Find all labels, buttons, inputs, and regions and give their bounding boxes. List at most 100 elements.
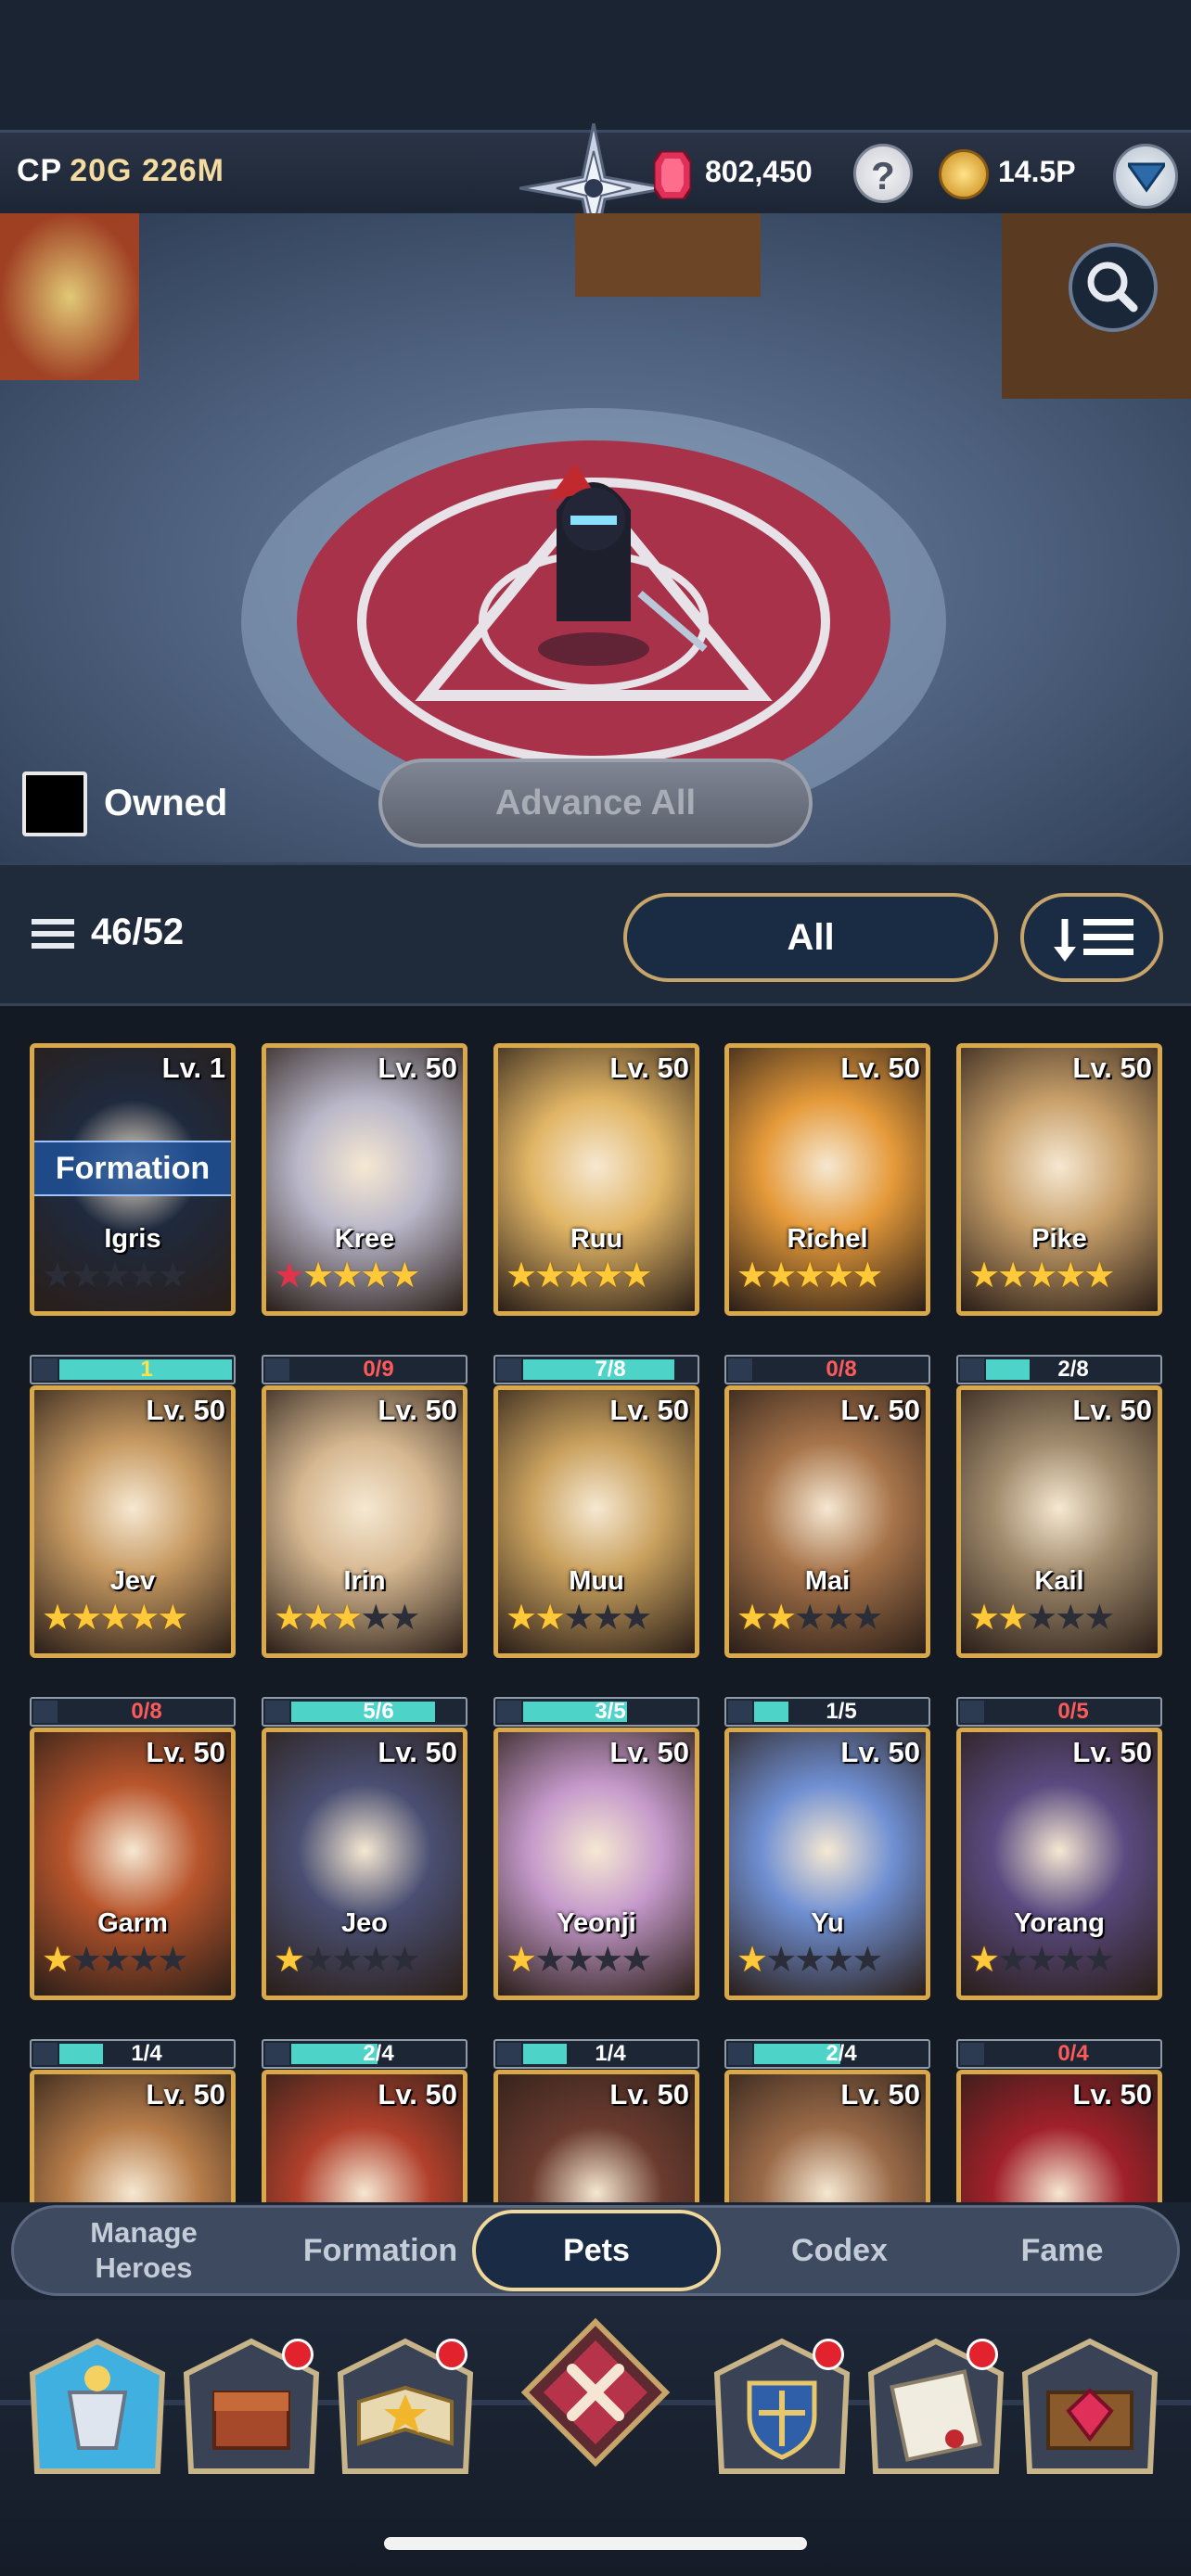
tab-fame[interactable]: Fame <box>960 2208 1164 2293</box>
pet-card[interactable]: Lv. 50 Jev ★★★★★ 0/8 <box>30 1385 236 1727</box>
star-empty-icon: ★ <box>157 1941 188 1980</box>
pet-shard-icon <box>33 1358 58 1381</box>
star-rating: ★★★★★ <box>42 1256 188 1295</box>
pet-card[interactable]: Lv. 50 Richel ★★★★★ 0/8 <box>724 1043 930 1384</box>
pet-name: Yeonji <box>557 1908 636 1938</box>
star-empty-icon: ★ <box>331 1941 363 1980</box>
pet-portrait: Lv. 50 Jev ★★★★★ <box>30 1385 236 1658</box>
pet-card[interactable]: Lv. 50 Yorang ★★★★★ 0/4 <box>956 1728 1162 2069</box>
pet-card[interactable]: Lv. 50 <box>493 2070 699 2202</box>
star-filled-icon: ★ <box>997 1599 1029 1638</box>
pet-card[interactable]: Lv. 50 Jeo ★★★★★ 2/4 <box>262 1728 467 2069</box>
pet-card[interactable]: Lv. 50 <box>30 2070 236 2202</box>
pet-card[interactable]: Lv. 50 <box>724 2070 930 2202</box>
pet-portrait: Lv. 50 Richel ★★★★★ <box>724 1043 930 1316</box>
pet-card[interactable]: Lv. 50 Irin ★★★★★ 5/6 <box>262 1385 467 1727</box>
star-empty-icon: ★ <box>157 1256 188 1295</box>
pet-shard-icon <box>497 2043 521 2065</box>
progress-text: 0/8 <box>131 1699 162 1724</box>
star-filled-icon: ★ <box>99 1599 131 1638</box>
pet-card[interactable]: Lv. 50 <box>956 2070 1162 2202</box>
pet-level: Lv. 50 <box>840 1052 920 1084</box>
tab-manage-heroes[interactable]: Manage Heroes <box>32 2208 255 2293</box>
star-filled-icon: ★ <box>736 1256 768 1295</box>
pet-card[interactable]: Lv. 50 Pike ★★★★★ 2/8 <box>956 1043 1162 1384</box>
pet-name: Kree <box>334 1224 395 1254</box>
pet-card[interactable]: Lv. 50 Yeonji ★★★★★ 1/4 <box>493 1728 699 2069</box>
progress-text: 1/4 <box>595 2041 626 2066</box>
pet-portrait: Lv. 50 Yu ★★★★★ <box>724 1728 930 2000</box>
pet-level: Lv. 50 <box>1072 2078 1152 2111</box>
pet-shard-icon <box>960 2043 984 2065</box>
pet-card[interactable]: Lv. 50 Garm ★★★★★ 1/4 <box>30 1728 236 2069</box>
gem-shop-icon[interactable] <box>1020 2337 1159 2476</box>
star-rating: ★★★★★ <box>736 1599 883 1638</box>
pet-grid: Lv. 1 Formation Igris ★★★★★ 1 Lv. 50 Kree ★★★★★… <box>0 1006 1191 2202</box>
pet-level: Lv. 50 <box>840 1736 920 1768</box>
pet-card[interactable]: Lv. 50 <box>262 2070 467 2202</box>
star-empty-icon: ★ <box>765 1941 797 1980</box>
star-filled-icon: ★ <box>968 1599 1000 1638</box>
filter-dropdown[interactable]: All <box>623 893 998 982</box>
pet-shard-icon <box>728 1701 752 1723</box>
star-filled-icon: ★ <box>302 1599 334 1638</box>
pet-progress-bar: 1/4 <box>30 2039 236 2069</box>
star-filled-icon: ★ <box>157 1599 188 1638</box>
pet-card[interactable]: Lv. 50 Mai ★★★★★ 1/5 <box>724 1385 930 1727</box>
armor-icon[interactable] <box>28 2337 167 2476</box>
star-filled-icon: ★ <box>128 1599 160 1638</box>
formation-badge: Formation <box>34 1141 231 1196</box>
star-empty-icon: ★ <box>852 1599 883 1638</box>
star-rating: ★★★★★ <box>736 1941 883 1980</box>
treasure-chest-icon[interactable] <box>182 2337 321 2476</box>
search-button[interactable] <box>1069 243 1158 332</box>
advance-all-button[interactable]: Advance All <box>378 759 813 848</box>
pet-card[interactable]: Lv. 50 Kree ★★★★★ 0/9 <box>262 1043 467 1384</box>
star-empty-icon: ★ <box>563 1941 595 1980</box>
help-button[interactable]: ? <box>853 144 913 203</box>
star-empty-icon: ★ <box>592 1599 623 1638</box>
pet-level: Lv. 50 <box>378 2078 457 2111</box>
star-rating: ★★★★★ <box>274 1256 420 1295</box>
tab-pets[interactable]: Pets <box>472 2210 721 2291</box>
close-icon[interactable] <box>520 2317 671 2468</box>
pet-card[interactable]: Lv. 50 Muu ★★★★★ 3/5 <box>493 1385 699 1727</box>
star-filled-icon: ★ <box>42 1941 73 1980</box>
star-filled-icon: ★ <box>823 1256 854 1295</box>
progress-text: 5/6 <box>363 1699 394 1724</box>
tab-formation[interactable]: Formation <box>264 2208 496 2293</box>
pet-progress-bar: 1/5 <box>724 1697 930 1727</box>
pet-card[interactable]: Lv. 1 Formation Igris ★★★★★ 1 <box>30 1043 236 1384</box>
pet-level: Lv. 50 <box>1072 1394 1152 1426</box>
pet-level: Lv. 50 <box>840 1394 920 1426</box>
pet-shard-icon <box>728 2043 752 2065</box>
sort-button[interactable] <box>1020 893 1163 982</box>
star-rating: ★★★★★ <box>42 1941 188 1980</box>
chevron-down-icon[interactable] <box>1113 144 1178 209</box>
pet-name: Irin <box>343 1566 386 1596</box>
progress-text: 0/9 <box>363 1357 394 1382</box>
pet-card[interactable]: Lv. 50 Yu ★★★★★ 2/4 <box>724 1728 930 2069</box>
tab-manage-heroes-line2: Heroes <box>95 2251 193 2284</box>
pet-card[interactable]: Lv. 50 Ruu ★★★★★ 7/8 <box>493 1043 699 1384</box>
pet-card[interactable]: Lv. 50 Kail ★★★★★ 0/5 <box>956 1385 1162 1727</box>
pet-level: Lv. 50 <box>1072 1052 1152 1084</box>
star-empty-icon: ★ <box>823 1599 854 1638</box>
tab-codex[interactable]: Codex <box>728 2208 951 2293</box>
pet-name: Jev <box>109 1566 156 1596</box>
star-filled-icon: ★ <box>302 1256 334 1295</box>
pet-portrait: Lv. 50 Garm ★★★★★ <box>30 1728 236 2000</box>
star-empty-icon: ★ <box>42 1256 73 1295</box>
quest-scroll-icon[interactable] <box>866 2337 1005 2476</box>
guild-shield-icon[interactable] <box>712 2337 852 2476</box>
pet-name: Kail <box>1034 1566 1084 1596</box>
star-filled-icon: ★ <box>331 1256 363 1295</box>
owned-checkbox[interactable] <box>22 772 87 836</box>
spellbook-icon[interactable] <box>336 2337 475 2476</box>
pet-progress-bar: 0/4 <box>956 2039 1162 2069</box>
star-empty-icon: ★ <box>1083 1599 1115 1638</box>
home-indicator <box>384 2537 807 2550</box>
pet-name: Muu <box>569 1566 624 1596</box>
star-empty-icon: ★ <box>563 1599 595 1638</box>
star-filled-icon: ★ <box>736 1941 768 1980</box>
